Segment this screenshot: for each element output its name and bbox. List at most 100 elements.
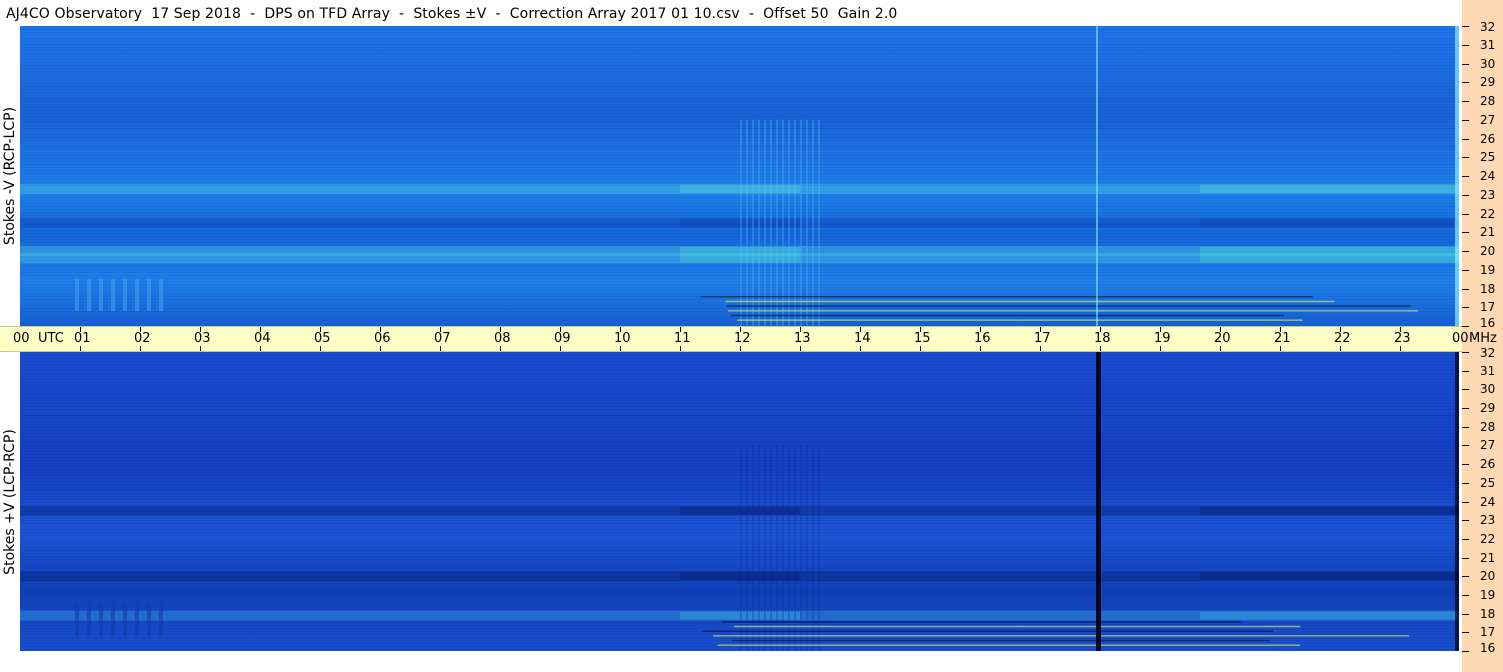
time-tick xyxy=(800,346,801,351)
time-tick xyxy=(1220,346,1221,351)
time-tick xyxy=(560,327,561,332)
striation xyxy=(20,308,1459,309)
upper-freq-label-23: 23 xyxy=(1480,187,1496,202)
striation xyxy=(20,499,1459,500)
striation xyxy=(20,275,1459,276)
striation xyxy=(20,475,1459,476)
interference-line xyxy=(725,300,1335,303)
striation xyxy=(20,535,1459,536)
time-label-12: 12 xyxy=(734,331,751,346)
striation xyxy=(20,361,1459,362)
striation xyxy=(20,293,1459,294)
time-tick xyxy=(1160,327,1161,332)
time-label-20: 20 xyxy=(1214,331,1231,346)
striation xyxy=(20,77,1459,78)
striation xyxy=(20,526,1459,527)
striation xyxy=(20,278,1459,279)
time-tick xyxy=(1340,327,1341,332)
striation xyxy=(20,529,1459,530)
time-tick xyxy=(740,327,741,332)
interference-line xyxy=(733,625,1301,628)
vertical-streak xyxy=(776,119,778,326)
striation xyxy=(20,266,1459,267)
upper-freq-label-29: 29 xyxy=(1480,75,1496,90)
time-tick xyxy=(1400,327,1401,332)
lower-freq-tick xyxy=(1462,352,1469,353)
time-tick xyxy=(80,327,81,332)
striation xyxy=(20,595,1459,596)
striation xyxy=(20,236,1459,237)
utc-time-axis: 00 UTC 00 MHz 01 02 03 04 05 06 07 08 09 10 11 12 13… xyxy=(0,326,1497,352)
time-tick xyxy=(380,346,381,351)
vertical-streak xyxy=(812,445,814,651)
striation xyxy=(20,553,1459,554)
striation xyxy=(20,370,1459,371)
time-tick xyxy=(500,346,501,351)
striation xyxy=(20,430,1459,431)
lower-freq-label-31: 31 xyxy=(1480,363,1496,378)
time-label-10: 10 xyxy=(614,331,631,346)
striation xyxy=(20,523,1459,524)
time-tick xyxy=(1040,327,1041,332)
striation xyxy=(20,71,1459,72)
striation xyxy=(20,245,1459,246)
upper-freq-label-27: 27 xyxy=(1480,112,1496,127)
striation xyxy=(20,421,1459,422)
upper-freq-label-24: 24 xyxy=(1480,169,1496,183)
striation xyxy=(20,643,1459,644)
striation xyxy=(20,287,1459,288)
upper-freq-tick xyxy=(1462,119,1469,121)
upper-freq-label-28: 28 xyxy=(1480,94,1496,108)
vertical-streak xyxy=(788,119,790,326)
time-label-16: 16 xyxy=(974,331,991,346)
striation xyxy=(20,412,1459,413)
time-tick xyxy=(980,327,981,332)
striation xyxy=(20,155,1459,156)
time-tick xyxy=(80,346,81,351)
time-tick xyxy=(1160,346,1161,351)
lower-freq-label-17: 17 xyxy=(1480,625,1496,640)
time-label-09: 09 xyxy=(554,331,571,346)
vertical-streak xyxy=(752,119,754,326)
striation xyxy=(20,382,1459,383)
striation xyxy=(20,433,1459,434)
burst-feature xyxy=(147,604,151,637)
burst-feature xyxy=(87,604,91,637)
striation xyxy=(20,358,1459,359)
vertical-streak xyxy=(794,119,796,326)
striation xyxy=(20,170,1459,171)
upper-freq-tick xyxy=(1462,157,1469,159)
striation xyxy=(20,176,1459,177)
striation xyxy=(20,59,1459,60)
striation xyxy=(20,110,1459,111)
striation xyxy=(20,469,1459,470)
striation xyxy=(20,233,1459,234)
striation xyxy=(20,493,1459,494)
lower-freq-tick xyxy=(1462,370,1469,372)
interference-line xyxy=(717,644,1301,646)
dropout-line xyxy=(1096,26,1098,326)
time-tick xyxy=(200,346,201,351)
utc-unit-label: UTC xyxy=(38,331,64,346)
time-label-11: 11 xyxy=(674,331,691,346)
burst-feature xyxy=(111,279,115,311)
time-label-18: 18 xyxy=(1094,331,1111,346)
upper-freq-label-26: 26 xyxy=(1480,131,1496,146)
lower-freq-label-24: 24 xyxy=(1480,494,1496,509)
striation xyxy=(20,290,1459,291)
upper-freq-label-21: 21 xyxy=(1480,225,1496,240)
striation xyxy=(20,490,1459,491)
striation xyxy=(20,484,1459,485)
time-label-21: 21 xyxy=(1274,331,1291,346)
striation xyxy=(20,424,1459,425)
striation xyxy=(20,29,1459,30)
interference-line xyxy=(712,635,1410,637)
striation xyxy=(20,104,1459,105)
striation xyxy=(20,158,1459,159)
time-tick xyxy=(1220,327,1221,332)
burst-feature xyxy=(99,604,103,637)
lower-freq-tick xyxy=(1462,613,1469,615)
upper-freq-tick xyxy=(1462,251,1469,252)
striation xyxy=(20,442,1459,443)
upper-freq-tick xyxy=(1462,213,1469,215)
